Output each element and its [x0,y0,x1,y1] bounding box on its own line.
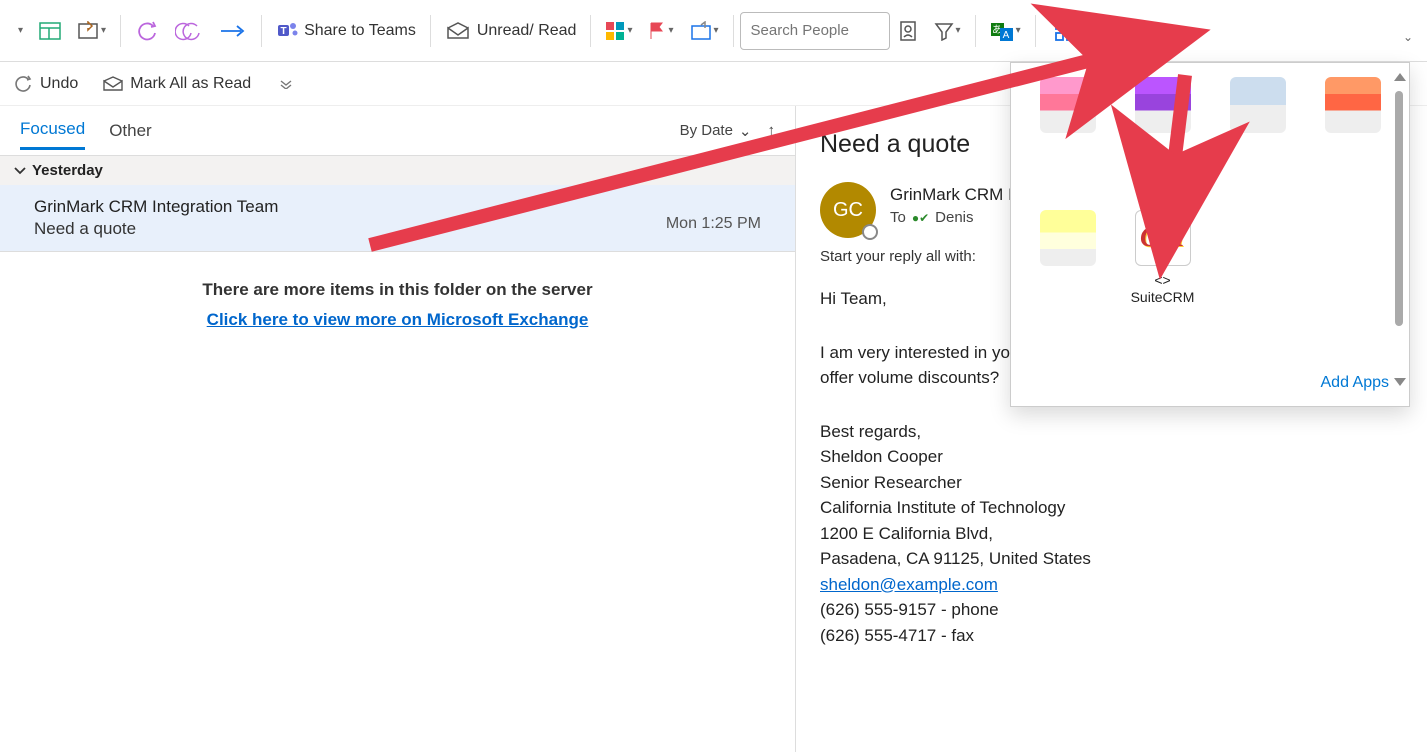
tab-focused[interactable]: Focused [20,111,85,150]
all-apps-button[interactable] [1044,11,1086,51]
tab-other[interactable]: Other [109,113,152,149]
ribbon-toolbar: ▾ ▾ T Share to Teams Unread/ Read ▾ ▾ ▾ … [0,0,1427,62]
add-apps-link[interactable]: Add Apps [1321,374,1390,391]
undo-all-button[interactable] [169,11,209,51]
chevron-down-icon: ⌄ [739,122,752,140]
suitecrm-icon: GM [1135,210,1191,266]
addin-app-2[interactable] [1120,77,1205,198]
addin-app-suitecrm[interactable]: GM <> SuiteCRM [1120,210,1205,364]
message-list-item[interactable]: GrinMark CRM Integration Team Need a quo… [0,185,795,252]
view-more-link[interactable]: Click here to view more on Microsoft Exc… [207,310,589,329]
rules-button[interactable]: ▾ [684,11,725,51]
sort-control[interactable]: By Date ⌄ ↑ [680,122,775,140]
addin-app-1[interactable] [1025,77,1110,198]
signature-email-link[interactable]: sheldon@example.com [820,575,998,594]
sender-avatar[interactable]: GC [820,182,876,238]
addin-caption-line2: SuiteCRM [1131,289,1195,306]
share-teams-button[interactable]: T Share to Teams [270,11,422,51]
flag-button[interactable]: ▾ [642,11,679,51]
share-teams-label: Share to Teams [304,22,416,40]
undo-quick-button[interactable]: Undo [12,64,84,104]
presence-check-icon: ●✔ [912,209,929,227]
sort-label: By Date [680,122,733,139]
addin-caption-line1: <> [1154,272,1170,289]
addins-scrollbar[interactable] [1395,73,1405,386]
archive-button[interactable]: ▾ [71,11,112,51]
categories-button[interactable]: ▾ [599,11,638,51]
sort-ascending-icon[interactable]: ↑ [768,122,776,139]
message-date: Mon 1:25 PM [666,215,761,233]
group-header-yesterday[interactable]: Yesterday [0,156,795,185]
message-subject: Need a quote [34,219,761,239]
address-book-button[interactable] [892,11,924,51]
svg-text:T: T [281,26,287,37]
addin-app-5[interactable] [1025,210,1110,364]
svg-text:A: A [1002,30,1009,41]
filter-button[interactable]: ▾ [928,11,967,51]
unread-read-button[interactable]: Unread/ Read [439,11,583,51]
quick-actions-more[interactable] [273,64,299,104]
scroll-thumb[interactable] [1395,91,1403,326]
chevron-down-icon [14,165,26,177]
more-button[interactable] [1149,11,1185,51]
addin-app-3[interactable] [1215,77,1300,198]
toolbar-dropdown[interactable]: ▾ [10,11,29,51]
ribbon-expand-button[interactable]: ⌄ [1395,17,1419,57]
folder-more-message: There are more items in this folder on t… [0,252,795,304]
message-from: GrinMark CRM Integration Team [34,197,761,217]
undo-label: Undo [40,75,78,93]
presence-indicator [862,224,878,240]
layout-button[interactable] [33,11,67,51]
redo-button[interactable] [213,11,253,51]
search-people-input[interactable] [740,12,890,50]
insights-button[interactable] [1103,11,1137,51]
scroll-up-icon[interactable] [1394,73,1406,81]
addin-app-4[interactable] [1310,77,1395,198]
addins-popover: GM <> SuiteCRM Add Apps [1010,62,1410,407]
scroll-down-icon[interactable] [1394,378,1406,386]
mark-all-read-button[interactable]: Mark All as Read [96,64,257,104]
message-list-pane: Focused Other By Date ⌄ ↑ Yesterday Grin… [0,106,796,752]
unread-read-label: Unread/ Read [477,22,577,40]
translate-button[interactable]: あA▾ [984,11,1027,51]
undo-button[interactable] [129,11,165,51]
mark-all-read-label: Mark All as Read [130,75,251,93]
